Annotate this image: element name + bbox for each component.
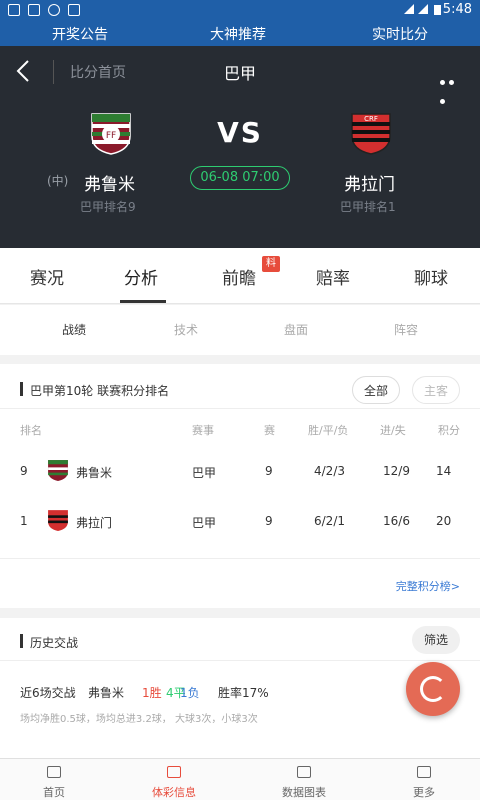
subtab-lineup[interactable]: 阵容 [394, 321, 418, 338]
subtab-record[interactable]: 战绩 [62, 321, 86, 338]
row-rank: 1 [20, 514, 28, 528]
history-detail: 场均净胜0.5球，场均总进3.2球， 大球3次，小球3次 [20, 714, 258, 725]
league-title: 巴甲 [223, 64, 256, 83]
tab-live-scores[interactable]: 实时比分 [372, 24, 428, 44]
col-league: 赛事 [192, 424, 214, 437]
tab-lottery-announce[interactable]: 开奖公告 [52, 24, 108, 44]
nav-home[interactable]: 首页 [14, 763, 94, 800]
history-filter-button[interactable]: 筛选 [412, 626, 460, 654]
image-icon [28, 4, 40, 16]
history-team: 弗鲁米 [88, 686, 125, 700]
signal-battery-icon [404, 4, 441, 15]
clock: 5:48 [442, 2, 472, 17]
subtab-market[interactable]: 盘面 [284, 321, 308, 338]
section-marker [20, 634, 23, 648]
more-menu-icon[interactable] [440, 70, 466, 104]
sub-tabs: 战绩 技术 盘面 阵容 [0, 305, 480, 355]
match-datetime: 06-08 07:00 [190, 166, 290, 190]
svg-text:CRF: CRF [364, 115, 378, 123]
away-team-logo: CRF [351, 113, 391, 155]
standings-title: 巴甲第10轮 联赛积分排名 [30, 384, 170, 398]
tab-chat[interactable]: 聊球 [414, 264, 448, 289]
app-icon [48, 4, 60, 16]
tab-odds[interactable]: 赔率 [316, 264, 350, 289]
refresh-fab[interactable] [406, 662, 460, 716]
history-win-rate: 胜率17% [218, 686, 269, 700]
away-team-name[interactable]: 弗拉门 [344, 170, 395, 195]
home-team-name[interactable]: 弗鲁米 [84, 170, 135, 195]
tv-icon [167, 766, 181, 778]
row-played: 9 [265, 464, 273, 478]
preview-badge: 料 [262, 256, 280, 272]
row-goals: 16/6 [383, 514, 410, 528]
fluminense-logo-icon [48, 460, 68, 481]
nav-home-label: 首页 [43, 786, 65, 799]
nav-charts-label: 数据图表 [282, 786, 326, 799]
main-tabs: 赛况 分析 前瞻 赔率 聊球 [0, 248, 480, 304]
nav-lottery-info[interactable]: 体彩信息 [134, 763, 214, 800]
row-points: 20 [436, 514, 452, 528]
refresh-icon [420, 676, 446, 702]
row-league: 巴甲 [192, 466, 217, 480]
history-losses: 1负 [180, 686, 200, 700]
grid-icon [417, 766, 431, 778]
flamengo-logo-icon [48, 510, 68, 531]
nav-lottery-label: 体彩信息 [152, 786, 196, 799]
row-wdl: 6/2/1 [314, 514, 345, 528]
top-tabs: 开奖公告 大神推荐 实时比分 [0, 20, 480, 46]
col-points: 积分 [438, 424, 460, 437]
row-team: 弗鲁米 [76, 466, 113, 480]
subtab-technical[interactable]: 技术 [174, 321, 198, 338]
section-marker [20, 382, 23, 396]
row-rank: 9 [20, 464, 28, 478]
row-goals: 12/9 [383, 464, 410, 478]
tab-expert-picks[interactable]: 大神推荐 [210, 24, 266, 44]
row-league: 巴甲 [192, 516, 217, 530]
chart-icon [297, 766, 311, 778]
tab-preview[interactable]: 前瞻 [222, 264, 256, 289]
notification-icon [8, 4, 20, 16]
away-team-rank: 巴甲排名1 [340, 200, 396, 214]
col-goals: 进/失 [380, 424, 406, 437]
row-team: 弗拉门 [76, 516, 113, 530]
nav-more[interactable]: 更多 [384, 763, 464, 800]
history-title: 历史交战 [30, 636, 79, 650]
bottom-nav: 首页 体彩信息 数据图表 更多 [0, 758, 480, 800]
row-points: 14 [436, 464, 452, 478]
home-team-rank: 巴甲排名9 [80, 200, 136, 214]
col-rank: 排名 [20, 424, 42, 437]
vs-label: VS [217, 116, 263, 149]
active-tab-indicator [120, 300, 166, 303]
tab-analysis[interactable]: 分析 [124, 264, 158, 289]
neutral-venue-tag: (中) [47, 174, 69, 188]
full-standings-link[interactable]: 完整积分榜> [396, 578, 460, 594]
filter-all-button[interactable]: 全部 [352, 376, 400, 404]
col-wdl: 胜/平/负 [308, 424, 349, 437]
filter-home-away-button[interactable]: 主客 [412, 376, 460, 404]
col-played: 赛 [264, 424, 275, 437]
match-header: 比分首页 巴甲 FF VS CRF (中) 弗鲁米 巴甲排名9 06-08 07… [0, 46, 480, 248]
tab-match-status[interactable]: 赛况 [30, 264, 64, 289]
text-icon [68, 4, 80, 16]
nav-data-charts[interactable]: 数据图表 [264, 763, 344, 800]
row-played: 9 [265, 514, 273, 528]
home-icon [47, 766, 61, 778]
nav-more-label: 更多 [413, 786, 435, 799]
history-summary-prefix: 近6场交战 [20, 686, 76, 700]
standings-section: 巴甲第10轮 联赛积分排名 全部 主客 排名 赛事 赛 胜/平/负 进/失 积分… [0, 364, 480, 608]
history-wins: 1胜 [142, 686, 162, 700]
row-wdl: 4/2/3 [314, 464, 345, 478]
status-bar: 5:48 [0, 0, 480, 20]
